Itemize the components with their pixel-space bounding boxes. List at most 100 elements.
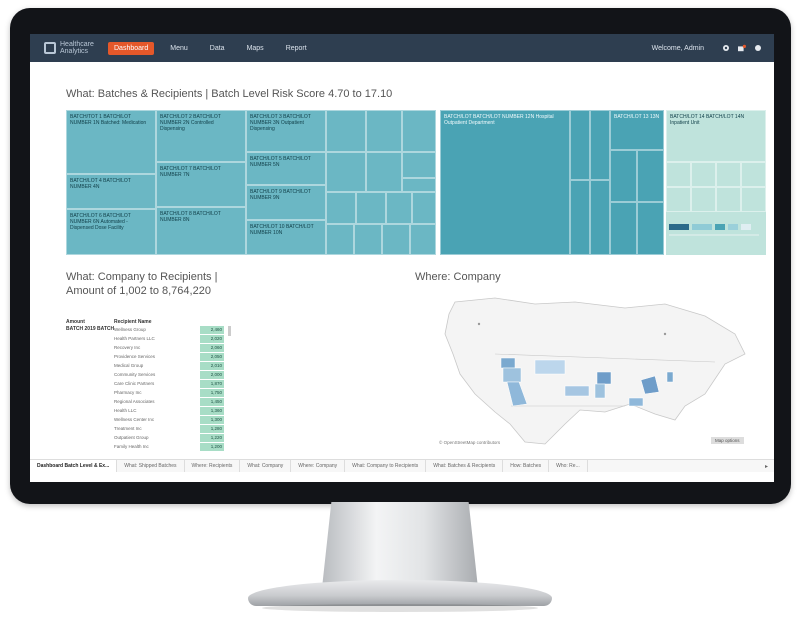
treemap-cell[interactable] (716, 187, 741, 212)
table-row[interactable]: Outpatient Group 1,220 (114, 434, 274, 442)
map-attribution[interactable]: © OpenStreetMap contributors (439, 440, 500, 445)
table-row[interactable]: Pharmacy Inc 1,750 (114, 389, 274, 397)
map-options-button[interactable]: Map options (711, 437, 744, 444)
table-row[interactable]: Health LLC 1,360 (114, 407, 274, 415)
treemap-group-left: BATCH/TOT 1 BATCH/LOT NUMBER 1N Batched:… (66, 110, 436, 255)
treemap-cell[interactable] (402, 110, 436, 152)
tab-batches-recipients[interactable]: What: Batches & Recipients (426, 460, 504, 472)
table-row[interactable]: Family Health Inc 1,200 (114, 443, 274, 451)
tab-company-recipients[interactable]: What: Company to Recipients (345, 460, 427, 472)
treemap-cell[interactable]: BATCH/LOT 10 BATCH/LOT NUMBER 10N (246, 220, 326, 255)
treemap-cell[interactable]: BATCH/LOT 5 BATCH/LOT NUMBER 5N (246, 152, 326, 185)
table-row[interactable]: Care Clinic Partners 1,870 (114, 380, 274, 388)
treemap-cell[interactable] (326, 224, 354, 255)
table-row[interactable]: Wellness Group 2,460 (114, 326, 274, 334)
app-logo[interactable]: Healthcare Analytics (44, 41, 94, 55)
table-row[interactable]: Regional Associates 1,450 (114, 398, 274, 406)
recipient-name: Care Clinic Partners (114, 381, 155, 386)
table-row[interactable]: Providence Services 2,050 (114, 353, 274, 361)
treemap-cell[interactable] (382, 224, 410, 255)
recipient-name: Wellness Center Inc (114, 417, 155, 422)
recipient-amount: 1,300 (200, 416, 224, 424)
treemap-cell[interactable] (412, 192, 436, 224)
treemap-cell[interactable]: BATCH/LOT 13 13N (610, 110, 664, 150)
treemap-cell[interactable] (691, 187, 716, 212)
treemap-cell[interactable] (590, 110, 610, 180)
treemap-cell[interactable] (326, 152, 366, 192)
treemap-cell[interactable] (326, 192, 356, 224)
nav-item-data[interactable]: Data (204, 42, 231, 55)
recipient-amount: 1,870 (200, 380, 224, 388)
treemap-cell[interactable]: BATCH/TOT 1 BATCH/LOT NUMBER 1N Batched:… (66, 110, 156, 174)
treemap-cell[interactable] (402, 178, 436, 192)
table-row[interactable]: Wellness Center Inc 1,300 (114, 416, 274, 424)
recipient-name: Treatment Inc (114, 426, 142, 431)
tabs-scroll-right-icon[interactable]: ▸ (765, 463, 768, 470)
treemap-cell[interactable] (366, 152, 402, 192)
company-map[interactable]: © OpenStreetMap contributors Map options (415, 294, 773, 449)
screen: Healthcare Analytics Dashboard Menu Data… (30, 34, 774, 482)
recipient-name: Pharmacy Inc (114, 390, 142, 395)
nav-item-report[interactable]: Report (280, 42, 313, 55)
treemap-cell[interactable] (741, 187, 766, 212)
table-row[interactable]: Health Partners LLC 2,020 (114, 335, 274, 343)
notification-icon[interactable] (738, 44, 746, 52)
treemap-cell[interactable] (326, 110, 366, 152)
tab-where-company[interactable]: Where: Company (291, 460, 346, 472)
treemap-cell[interactable] (741, 162, 766, 187)
table-row[interactable]: Treatment Inc 1,280 (114, 425, 274, 433)
treemap-cell[interactable] (386, 192, 412, 224)
treemap-cell[interactable] (354, 224, 382, 255)
tab-what-company[interactable]: What: Company (240, 460, 292, 472)
treemap-cell-label: BATCH/LOT 10 BATCH/LOT NUMBER 10N (250, 224, 314, 236)
treemap-cell[interactable]: BATCH/LOT 9 BATCH/LOT NUMBER 9N (246, 185, 326, 220)
help-icon[interactable] (754, 44, 762, 52)
treemap-cell-label: BATCH/LOT BATCH/LOT NUMBER 12N Hospital … (444, 114, 554, 126)
tab-shipped-batches[interactable]: What: Shipped Batches (117, 460, 185, 472)
table-scrollbar[interactable] (228, 326, 231, 336)
recipient-amount: 2,020 (200, 335, 224, 343)
treemap-cell[interactable] (570, 110, 590, 180)
treemap-cell[interactable] (637, 202, 664, 255)
treemap-cell[interactable] (590, 180, 610, 255)
tab-where-recipients[interactable]: Where: Recipients (185, 460, 241, 472)
user-greeting[interactable]: Welcome, Admin (652, 45, 704, 52)
treemap-cell[interactable]: BATCH/LOT BATCH/LOT NUMBER 12N Hospital … (440, 110, 570, 255)
tab-dashboard[interactable]: Dashboard Batch Level & Ex... (30, 460, 118, 472)
treemap-cell[interactable] (691, 162, 716, 187)
table-row[interactable]: Medical Group 2,010 (114, 362, 274, 370)
table-row[interactable]: Recovery Inc 2,060 (114, 344, 274, 352)
treemap-cell[interactable] (366, 110, 402, 152)
treemap-cell[interactable]: BATCH/LOT 6 BATCH/LOT NUMBER 6N Automate… (66, 209, 156, 255)
treemap-cell[interactable] (666, 162, 691, 187)
treemap-cell[interactable] (716, 162, 741, 187)
recipient-column-header[interactable]: Recipient Name (114, 319, 152, 325)
treemap-cell[interactable]: BATCH/LOT 7 BATCH/LOT NUMBER 7N (156, 162, 246, 207)
nav-item-maps[interactable]: Maps (241, 42, 270, 55)
treemap-cell[interactable] (637, 150, 664, 202)
nav-item-menu[interactable]: Menu (164, 42, 194, 55)
treemap-cell[interactable]: BATCH/LOT 14 BATCH/LOT 14N Inpatient Uni… (666, 110, 766, 162)
treemap-cell[interactable]: BATCH/LOT 8 BATCH/LOT NUMBER 8N (156, 207, 246, 255)
treemap-cell[interactable] (570, 180, 590, 255)
amount-column-header[interactable]: Amount (66, 319, 85, 325)
treemap-cell[interactable]: BATCH/LOT 4 BATCH/LOT NUMBER 4N (66, 174, 156, 209)
treemap-cell[interactable]: BATCH/LOT 3 BATCH/LOT NUMBER 3N Outpatie… (246, 110, 326, 152)
treemap-cell[interactable] (610, 202, 637, 255)
treemap-cell[interactable]: BATCH/LOT 2 BATCH/LOT NUMBER 2N Controll… (156, 110, 246, 162)
table-row[interactable]: Community Services 2,000 (114, 371, 274, 379)
tab-who[interactable]: Who: Re... (549, 460, 588, 472)
treemap-cell[interactable] (610, 150, 637, 202)
tab-how-batches[interactable]: How: Batches (503, 460, 550, 472)
treemap-cell[interactable] (410, 224, 436, 255)
recipient-name: Health Partners LLC (114, 336, 155, 341)
stand-shadow (262, 604, 538, 612)
treemap-cell[interactable] (666, 187, 691, 212)
treemap-cell[interactable] (356, 192, 386, 224)
settings-icon[interactable] (722, 44, 730, 52)
recipient-amount: 1,750 (200, 389, 224, 397)
treemap-cell[interactable] (402, 152, 436, 178)
treemap-legend-swatch (715, 224, 725, 230)
treemap-cell-label: BATCH/TOT 1 BATCH/LOT NUMBER 1N Batched:… (70, 114, 147, 126)
nav-item-dashboard[interactable]: Dashboard (108, 41, 155, 55)
